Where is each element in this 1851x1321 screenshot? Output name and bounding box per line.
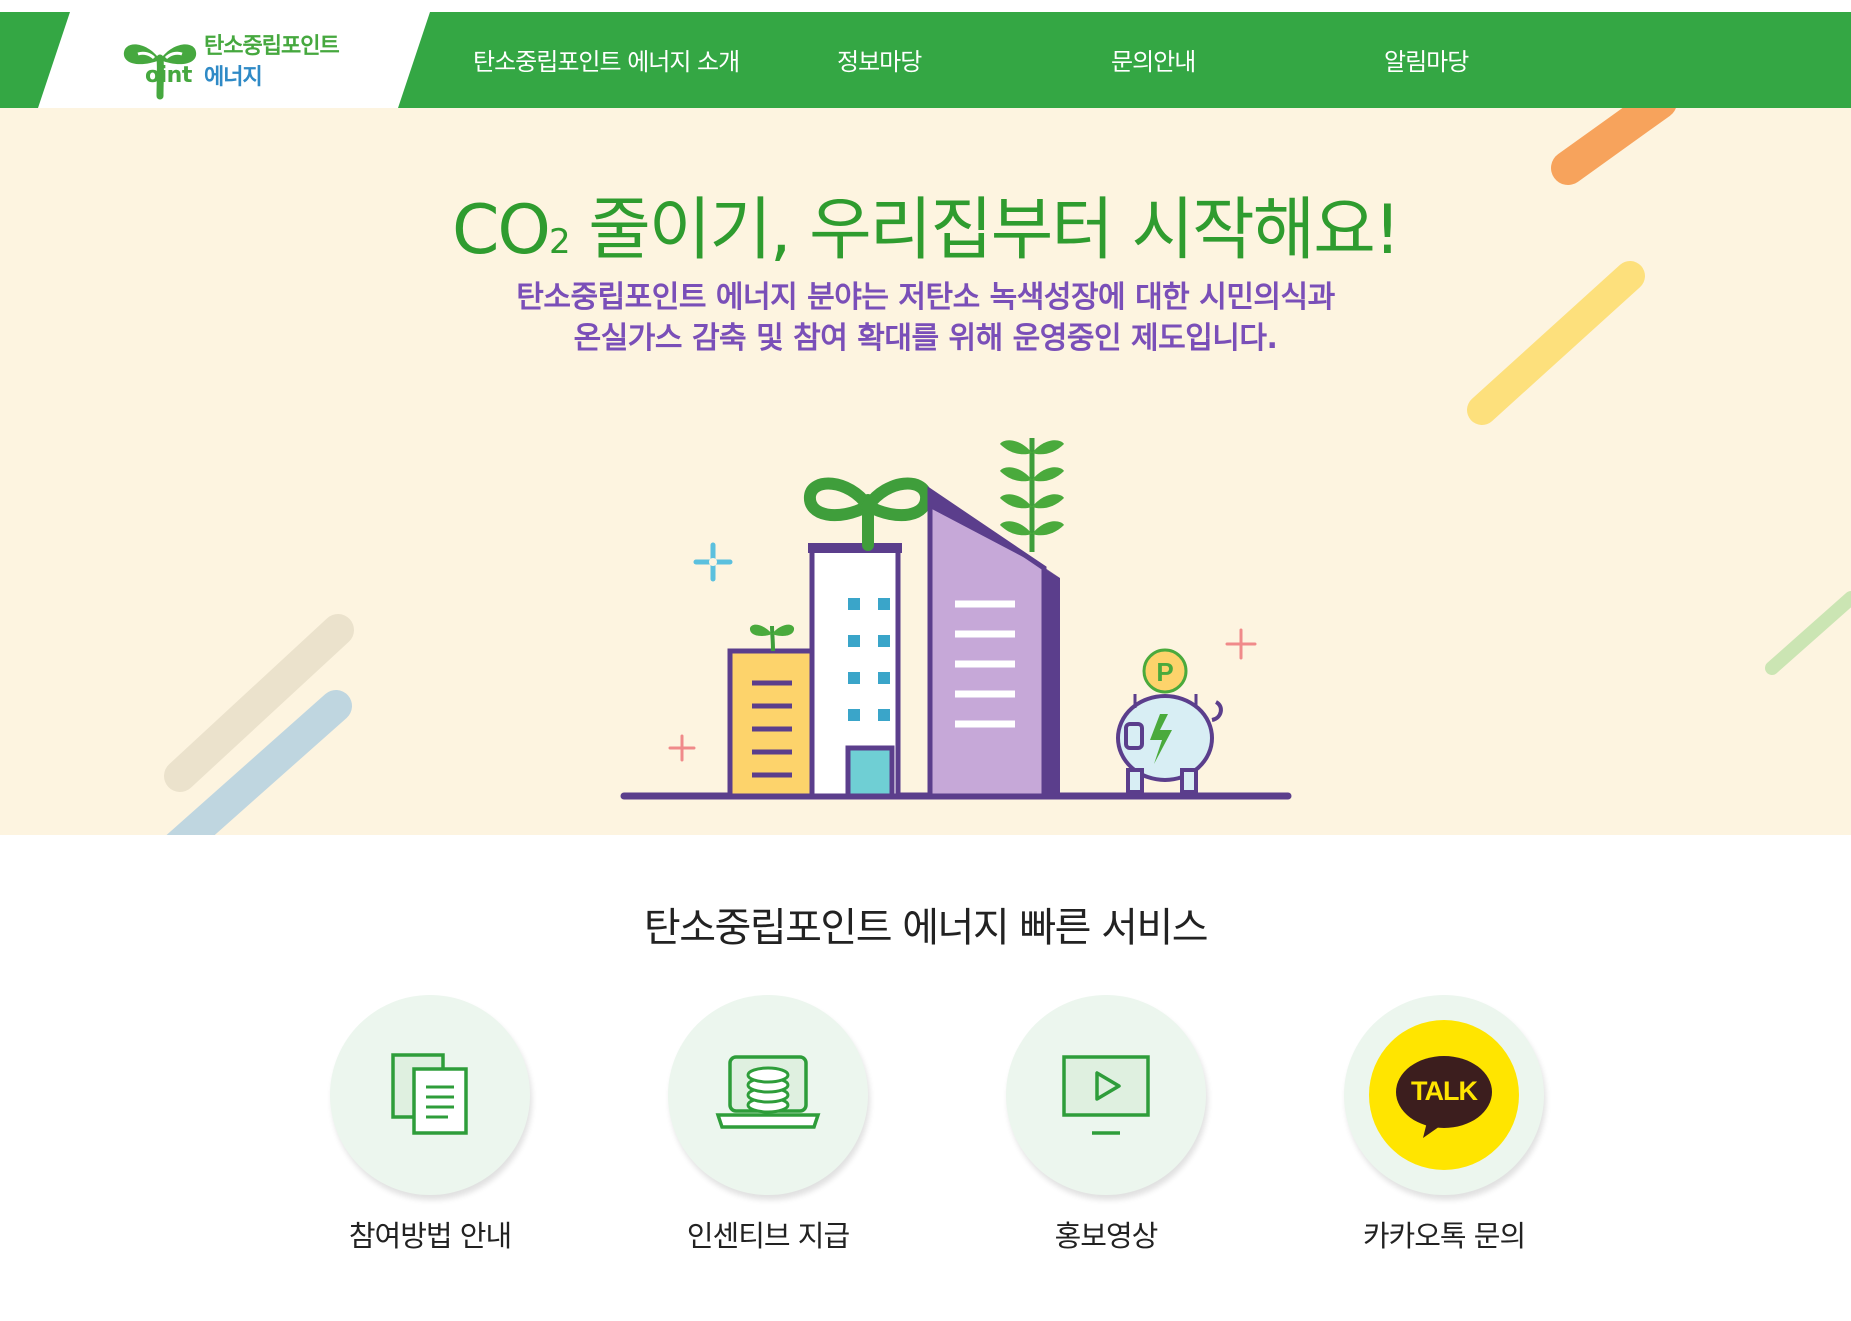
kakaotalk-icon: TALK xyxy=(1369,1020,1519,1170)
service-label: 인센티브 지급 xyxy=(686,1219,850,1253)
documents-icon xyxy=(391,1053,468,1135)
hero-title-subscript: 2 xyxy=(548,222,571,262)
video-play-icon xyxy=(1062,1055,1150,1135)
hero-banner: P CO2 줄이기, 우리집부터 시작해요! 탄소중립포인트 에너지 분야는 저… xyxy=(0,108,1851,835)
service-promo-video[interactable]: 홍보영상 xyxy=(1001,995,1211,1265)
service-label: 카카오톡 문의 xyxy=(1362,1219,1526,1253)
logo-text-line1: 탄소중립포인트 xyxy=(204,34,340,59)
service-circle xyxy=(330,995,530,1195)
service-circle: TALK xyxy=(1344,995,1544,1195)
white-building xyxy=(804,477,932,799)
coin-letter: P xyxy=(1156,657,1173,687)
piggy-bank-icon xyxy=(1116,694,1223,794)
service-label: 홍보영상 xyxy=(1054,1219,1159,1253)
site-logo[interactable]: 탄소중립포인트 oint 에너지 xyxy=(38,12,430,108)
coins-laptop-icon xyxy=(715,1055,821,1129)
service-circle xyxy=(668,995,868,1195)
quick-services-title: 탄소중립포인트 에너지 빠른 서비스 xyxy=(643,905,1209,951)
purple-building xyxy=(927,438,1064,799)
service-incentive[interactable]: 인센티브 지급 xyxy=(663,995,873,1265)
service-participation-guide[interactable]: 참여방법 안내 xyxy=(325,995,535,1265)
top-navigation-bar: 탄소중립포인트 oint 에너지 탄소중립포인트 에너지 소개 정보마당 문의안… xyxy=(0,12,1851,108)
kakaotalk-badge-text: TALK xyxy=(1411,1076,1478,1106)
nav-item-intro[interactable]: 탄소중립포인트 에너지 소개 xyxy=(473,42,740,77)
nav-item-notice[interactable]: 알림마당 xyxy=(1384,42,1469,77)
hero-title-rest: 줄이기, 우리집부터 시작해요! xyxy=(568,191,1401,270)
hero-title: CO2 줄이기, 우리집부터 시작해요! xyxy=(0,174,1851,273)
service-circle xyxy=(1006,995,1206,1195)
service-kakaotalk-inquiry[interactable]: TALK 카카오톡 문의 xyxy=(1339,995,1549,1265)
nav-item-info[interactable]: 정보마당 xyxy=(837,42,922,77)
logo-text-point: oint xyxy=(145,63,192,88)
decor-stripe-orange xyxy=(1551,108,1676,185)
hero-title-co: CO xyxy=(451,191,551,270)
decor-stripe-green xyxy=(1765,591,1851,675)
hero-description-line1: 탄소중립포인트 에너지 분야는 저탄소 녹색성장에 대한 시민의식과 xyxy=(516,280,1335,315)
logo-text-line2: 에너지 xyxy=(204,65,263,90)
nav-item-inquiry[interactable]: 문의안내 xyxy=(1111,42,1196,77)
service-label: 참여방법 안내 xyxy=(348,1219,512,1253)
hero-description-line2: 온실가스 감축 및 참여 확대를 위해 운영중인 제도입니다. xyxy=(573,321,1278,356)
yellow-building xyxy=(727,624,815,799)
